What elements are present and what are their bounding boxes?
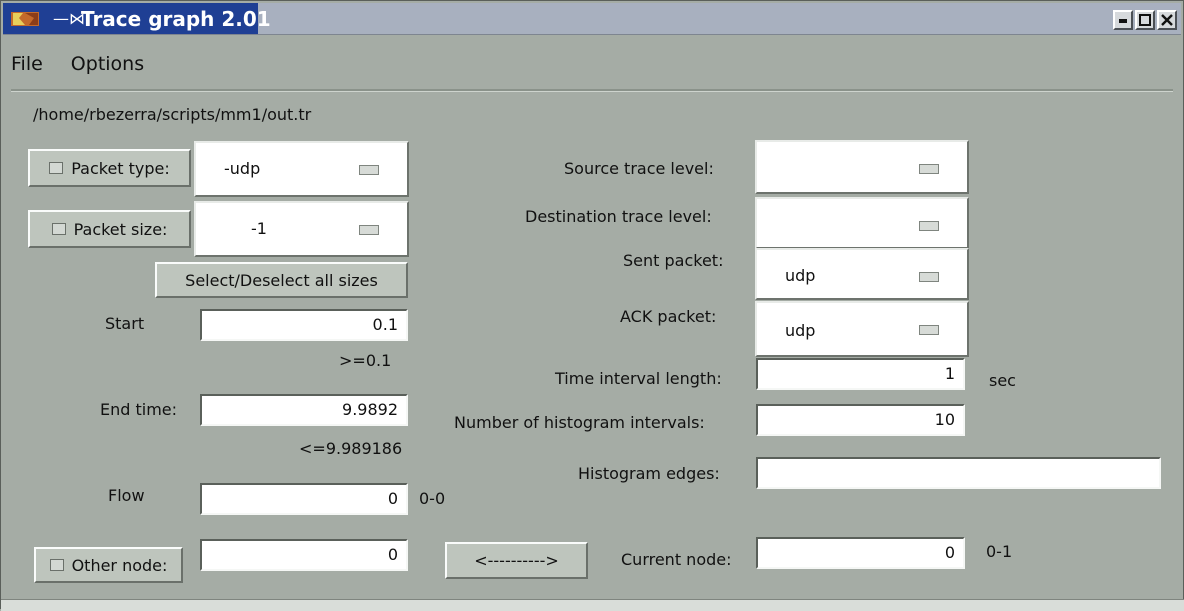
destination-trace-level-label: Destination trace level: (525, 207, 712, 226)
packet-size-toggle-icon (51, 223, 66, 235)
source-trace-level-dropdown[interactable] (755, 140, 969, 194)
flow-input[interactable]: 0 (200, 483, 408, 515)
minimize-button[interactable] (1113, 10, 1133, 30)
bottom-scrollbar[interactable] (1, 599, 1184, 611)
dropdown-marker-icon (359, 225, 379, 235)
source-trace-level-label: Source trace level: (564, 159, 714, 178)
other-node-button[interactable]: Other node: (34, 547, 183, 583)
sent-packet-dropdown[interactable]: udp (755, 248, 969, 300)
end-time-hint: <=9.989186 (299, 439, 403, 458)
dropdown-marker-icon (359, 165, 379, 175)
start-label: Start (105, 314, 145, 333)
menu-file[interactable]: File (11, 53, 43, 83)
current-node-input[interactable]: 0 (756, 537, 965, 569)
destination-trace-level-dropdown[interactable] (755, 197, 969, 249)
histogram-edges-input[interactable] (756, 457, 1161, 489)
packet-size-button[interactable]: Packet size: (28, 210, 191, 248)
dropdown-marker-icon (919, 164, 939, 174)
end-time-input[interactable]: 9.9892 (200, 394, 408, 426)
dropdown-marker-icon (919, 325, 939, 335)
time-interval-unit: sec (989, 371, 1016, 390)
maximize-button[interactable] (1135, 10, 1155, 30)
time-interval-length-label: Time interval length: (555, 369, 722, 388)
packet-type-toggle-icon (49, 162, 64, 174)
sent-packet-label: Sent packet: (623, 251, 724, 270)
main-window: —⋈ Trace graph 2.01 File Options /home/r… (0, 0, 1184, 611)
current-node-range: 0-1 (986, 542, 1013, 561)
number-of-histogram-intervals-label: Number of histogram intervals: (454, 413, 705, 432)
window-title: Trace graph 2.01 (81, 7, 271, 31)
trace-file-path: /home/rbezerra/scripts/mm1/out.tr (33, 105, 312, 124)
dropdown-marker-icon (919, 272, 939, 282)
select-deselect-all-sizes-button[interactable]: Select/Deselect all sizes (155, 262, 408, 298)
current-node-label: Current node: (621, 550, 732, 569)
dropdown-marker-icon (919, 221, 939, 231)
other-node-toggle-icon (49, 559, 64, 571)
ack-packet-dropdown[interactable]: udp (755, 301, 969, 357)
menu-options[interactable]: Options (71, 53, 144, 83)
menu-separator (11, 89, 1173, 92)
packet-type-dropdown[interactable]: -udp (194, 141, 409, 197)
histogram-edges-label: Histogram edges: (578, 464, 720, 483)
packet-type-button[interactable]: Packet type: (28, 149, 191, 187)
start-hint: >=0.1 (339, 351, 392, 370)
ack-packet-label: ACK packet: (620, 307, 717, 326)
close-button[interactable] (1157, 10, 1177, 30)
packet-size-dropdown[interactable]: -1 (194, 201, 409, 257)
node-navigation-button[interactable]: <----------> (445, 542, 588, 579)
title-bar[interactable]: —⋈ Trace graph 2.01 (3, 3, 1181, 35)
time-interval-length-input[interactable]: 1 (756, 358, 965, 390)
histogram-intervals-input[interactable]: 10 (756, 404, 965, 436)
menu-bar: File Options (11, 53, 144, 83)
flow-label: Flow (108, 486, 145, 505)
app-icon[interactable] (11, 10, 41, 28)
end-time-label: End time: (100, 400, 178, 419)
start-input[interactable]: 0.1 (200, 309, 408, 341)
other-node-input[interactable]: 0 (200, 539, 408, 571)
flow-range: 0-0 (419, 489, 446, 508)
